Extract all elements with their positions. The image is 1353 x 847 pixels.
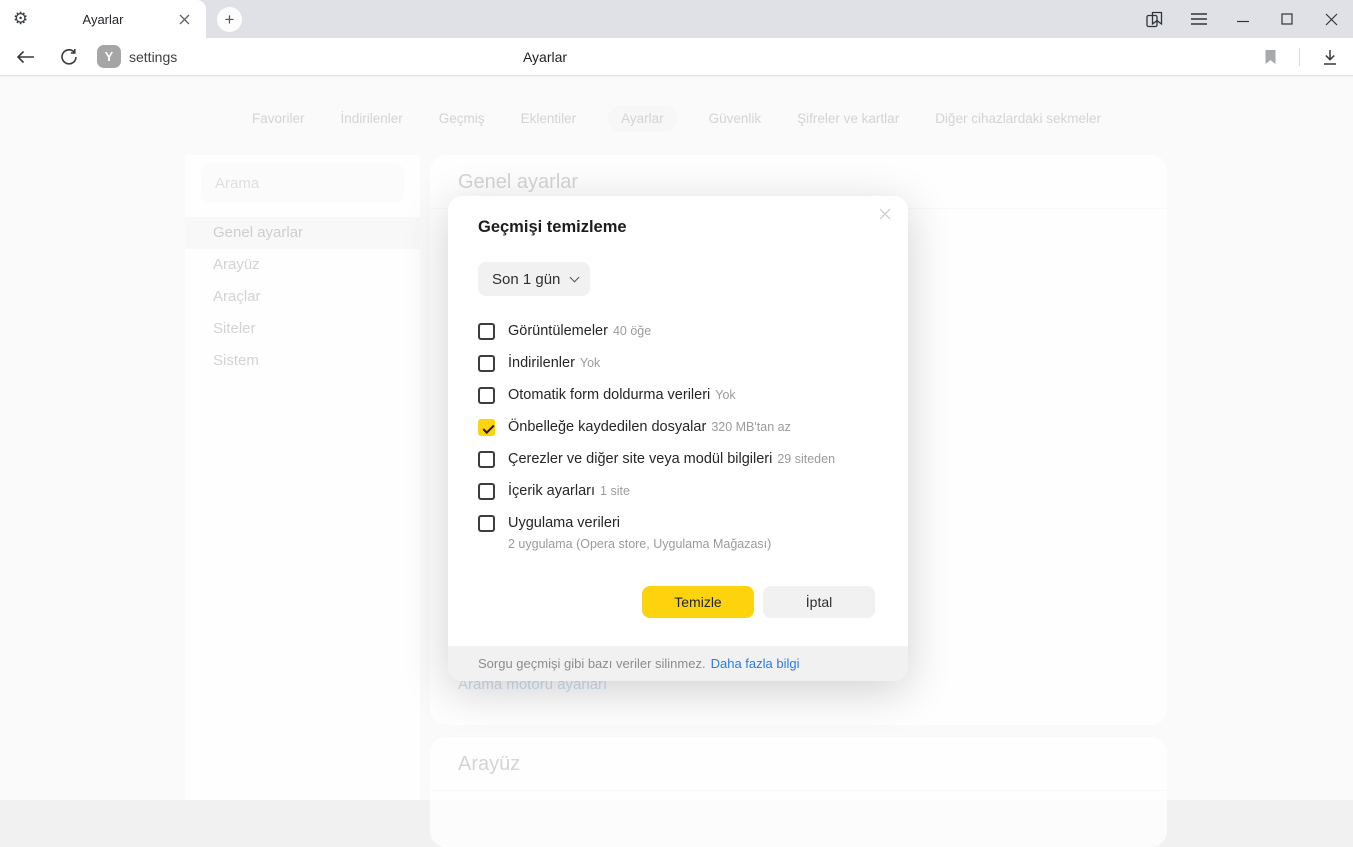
url-text[interactable]: settings	[129, 49, 177, 65]
dialog-title: Geçmişi temizleme	[478, 218, 627, 237]
clear-option-row[interactable]: Önbelleğe kaydedilen dosyalar 320 MB'tan …	[478, 418, 878, 437]
download-icon[interactable]	[1318, 45, 1342, 69]
checkbox[interactable]	[478, 451, 495, 468]
dialog-footer-text: Sorgu geçmişi gibi bazı veriler silinmez…	[478, 656, 706, 671]
maximize-icon[interactable]	[1265, 0, 1309, 38]
checkbox[interactable]	[478, 515, 495, 532]
clear-option-meta: 40 öğe	[613, 324, 651, 338]
bookmark-icon[interactable]	[1258, 45, 1282, 69]
clear-option-label: Çerezler ve diğer site veya modül bilgil…	[508, 451, 772, 467]
clear-option-row[interactable]: İçerik ayarları 1 site	[478, 482, 878, 501]
dialog-close-icon[interactable]	[874, 203, 896, 225]
tab-close-icon[interactable]	[174, 9, 194, 29]
period-dropdown[interactable]: Son 1 gün	[478, 262, 590, 296]
clear-option-meta: 1 site	[600, 484, 630, 498]
cancel-button[interactable]: İptal	[763, 586, 875, 618]
minimize-icon[interactable]	[1221, 0, 1265, 38]
toolbar-divider	[1299, 48, 1300, 66]
clear-option-row[interactable]: Görüntülemeler 40 öğe	[478, 322, 878, 341]
clear-button[interactable]: Temizle	[642, 586, 754, 618]
clear-option-label: Otomatik form doldurma verileri	[508, 387, 710, 403]
tab-bar: ⚙ Ayarlar +	[0, 0, 1353, 38]
clear-option-label: Uygulama verileri	[508, 515, 620, 531]
clear-option-label: İndirilenler	[508, 355, 575, 371]
clear-option-label: Görüntülemeler	[508, 323, 608, 339]
back-icon[interactable]	[13, 45, 37, 69]
side-panels-icon[interactable]	[1133, 0, 1177, 38]
clear-option-row[interactable]: Otomatik form doldurma verileri Yok	[478, 386, 878, 405]
site-badge-y: Y	[97, 45, 121, 68]
checkbox[interactable]	[478, 323, 495, 340]
clear-option-subtext: 2 uygulama (Opera store, Uygulama Mağaza…	[508, 537, 771, 551]
checkbox[interactable]	[478, 419, 495, 436]
period-dropdown-value: Son 1 gün	[492, 271, 560, 288]
more-info-link[interactable]: Daha fazla bilgi	[711, 656, 800, 671]
clear-option-meta: 320 MB'tan az	[711, 420, 791, 434]
checkbox[interactable]	[478, 483, 495, 500]
window-close-icon[interactable]	[1309, 0, 1353, 38]
clear-option-meta: Yok	[715, 388, 735, 402]
address-page-title: Ayarlar	[523, 49, 567, 65]
address-bar: Y settings Ayarlar	[0, 38, 1353, 76]
chevron-down-icon	[570, 273, 580, 283]
clear-option-label: Önbelleğe kaydedilen dosyalar	[508, 419, 706, 435]
reload-icon[interactable]	[57, 45, 81, 69]
clear-option-label: İçerik ayarları	[508, 483, 595, 499]
clear-option-row[interactable]: Çerezler ve diğer site veya modül bilgil…	[478, 450, 878, 469]
browser-tab[interactable]: ⚙ Ayarlar	[0, 0, 206, 38]
dialog-footer: Sorgu geçmişi gibi bazı veriler silinmez…	[448, 646, 908, 681]
clear-option-row[interactable]: İndirilenler Yok	[478, 354, 878, 373]
clear-option-row[interactable]: Uygulama verileri 2 uygulama (Opera stor…	[478, 514, 878, 551]
clear-option-meta: Yok	[580, 356, 600, 370]
clear-option-meta: 29 siteden	[777, 452, 835, 466]
new-tab-button[interactable]: +	[217, 7, 242, 32]
checkbox[interactable]	[478, 387, 495, 404]
clear-options-list: Görüntülemeler 40 öğe İndirilenler Yok Oto…	[478, 322, 878, 564]
checkbox[interactable]	[478, 355, 495, 372]
clear-history-dialog: Geçmişi temizleme Son 1 gün Görüntülemel…	[448, 196, 908, 681]
menu-icon[interactable]	[1177, 0, 1221, 38]
